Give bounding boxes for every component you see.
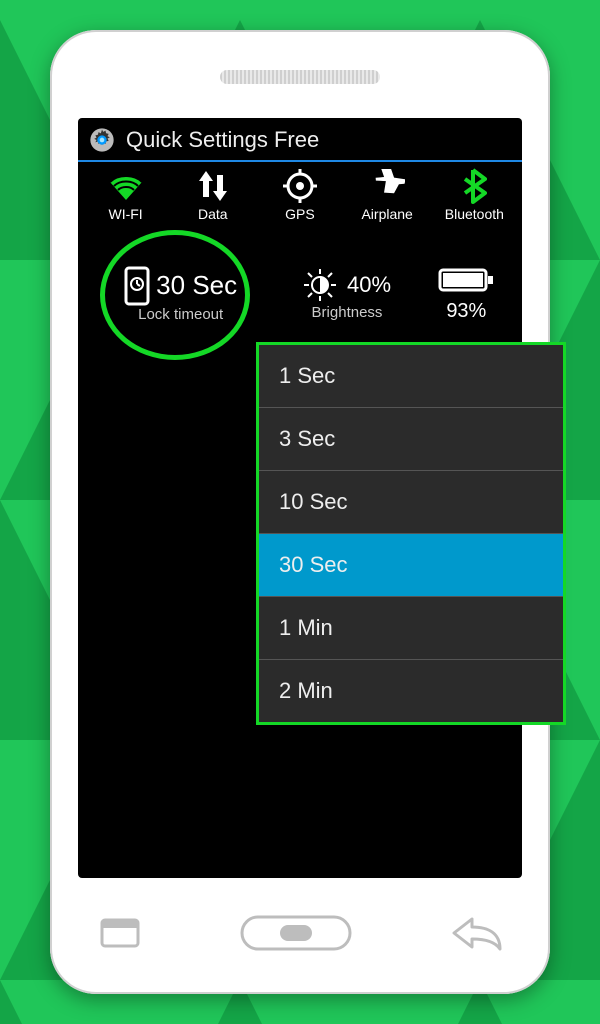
gps-label: GPS [261, 206, 339, 222]
brightness-icon [303, 268, 337, 302]
phone-speaker [220, 70, 380, 84]
data-toggle[interactable]: Data [174, 168, 252, 222]
timeout-option-0[interactable]: 1 Sec [259, 345, 563, 408]
bluetooth-label: Bluetooth [435, 206, 513, 222]
timeout-dropdown: 1 Sec 3 Sec 10 Sec 30 Sec 1 Min 2 Min [256, 342, 566, 725]
status-row: 30 Sec Lock timeout [78, 226, 522, 358]
back-button[interactable] [448, 913, 504, 953]
hardware-navbar [50, 898, 550, 968]
timeout-option-1[interactable]: 3 Sec [259, 408, 563, 471]
wifi-icon [87, 168, 165, 204]
timeout-option-4[interactable]: 1 Min [259, 597, 563, 660]
brightness-value: 40% [347, 272, 391, 298]
brightness-label: Brightness [303, 304, 391, 321]
timeout-option-3[interactable]: 30 Sec [259, 534, 563, 597]
timeout-option-5[interactable]: 2 Min [259, 660, 563, 722]
data-label: Data [174, 206, 252, 222]
gear-icon [88, 126, 116, 154]
timeout-option-2[interactable]: 10 Sec [259, 471, 563, 534]
home-button[interactable] [236, 911, 356, 955]
bluetooth-toggle[interactable]: Bluetooth [435, 168, 513, 222]
recent-apps-button[interactable] [96, 914, 144, 952]
wifi-toggle[interactable]: WI-FI [87, 168, 165, 222]
phone-frame: Quick Settings Free WI-FI [50, 30, 550, 994]
brightness-tile[interactable]: 40% Brightness [303, 268, 391, 321]
gps-toggle[interactable]: GPS [261, 168, 339, 222]
selection-ring [100, 230, 250, 360]
battery-icon [438, 266, 494, 294]
airplane-label: Airplane [348, 206, 426, 222]
quick-toggle-row: WI-FI Data [78, 162, 522, 226]
bluetooth-icon [435, 168, 513, 204]
airplane-toggle[interactable]: Airplane [348, 168, 426, 222]
airplane-icon [348, 168, 426, 204]
battery-value: 93% [438, 300, 494, 323]
app-title: Quick Settings Free [126, 127, 319, 153]
battery-tile[interactable]: 93% [438, 266, 494, 323]
wifi-label: WI-FI [87, 206, 165, 222]
gps-icon [261, 168, 339, 204]
data-arrows-icon [174, 168, 252, 204]
app-titlebar: Quick Settings Free [78, 118, 522, 162]
lock-timeout-tile[interactable]: 30 Sec Lock timeout [106, 234, 256, 354]
